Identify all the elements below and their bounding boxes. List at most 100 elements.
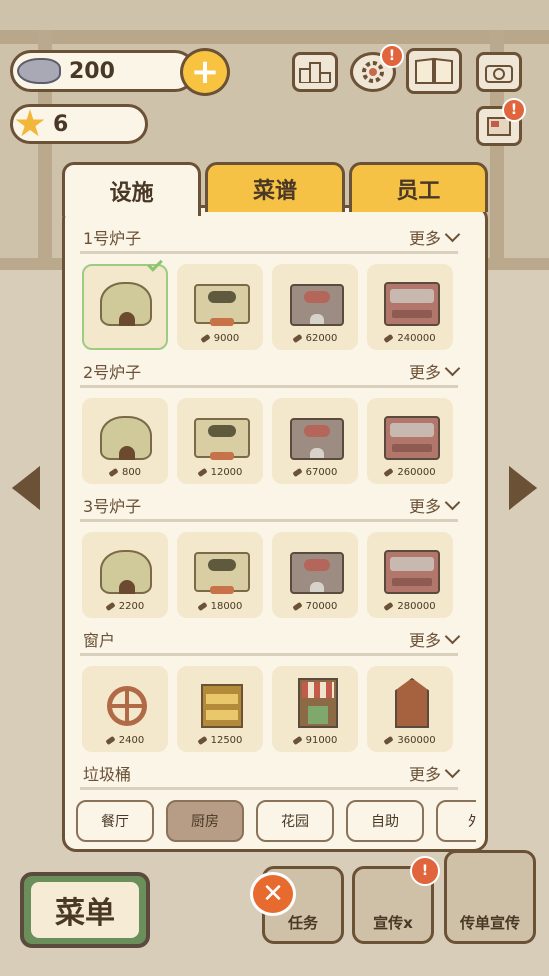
more-label: 更多	[408, 765, 441, 784]
section-title: 1号炉子	[83, 229, 142, 248]
item-price: 280000	[369, 601, 451, 612]
facility-item-card[interactable]: 2200	[82, 532, 168, 618]
item-price: 2400	[84, 735, 166, 746]
facility-item-card[interactable]: 12000	[177, 398, 263, 484]
stove-icon	[100, 416, 152, 460]
fish-price-icon	[383, 467, 395, 477]
fish-price-icon	[196, 467, 208, 477]
item-price: 70000	[274, 601, 356, 612]
flyer-button[interactable]: 传单宣传	[444, 850, 536, 944]
settings-alert-icon: !	[380, 44, 404, 68]
stove-icon	[100, 550, 152, 594]
section-title: 窗户	[83, 631, 116, 650]
stove-icon	[290, 284, 344, 326]
menu-button[interactable]: 菜单	[20, 872, 150, 948]
facility-item-card[interactable]: 12500	[177, 666, 263, 752]
book-icon	[415, 57, 453, 84]
facility-item-card[interactable]: 280000	[367, 532, 453, 618]
camera-button[interactable]	[476, 52, 522, 92]
star-rating: 6	[10, 104, 148, 144]
recipe-book-button[interactable]	[406, 48, 462, 94]
tab-facilities[interactable]: 设施	[62, 162, 202, 216]
section-header: 窗户 更多	[80, 627, 461, 656]
item-grid: 800 12000 67000 260000	[80, 388, 458, 494]
facility-item-card[interactable]: 800	[82, 398, 168, 484]
price-value: 260000	[397, 467, 436, 478]
fish-icon	[17, 58, 61, 84]
item-grid: 9000 62000 240000	[80, 254, 458, 360]
section-header: 2号炉子 更多	[80, 359, 461, 388]
stove-icon	[290, 552, 344, 594]
camera-icon	[485, 65, 513, 83]
category-filter-bar: 餐厅 厨房 花园 自助外	[76, 800, 476, 844]
close-button[interactable]: ✕	[250, 872, 296, 916]
facility-list: 1号炉子 更多 9000 62000 240000 2号炉子 更多 800 12000 67000…	[80, 225, 461, 790]
fish-price-icon	[200, 333, 211, 343]
price-value: 240000	[397, 333, 436, 344]
fish-currency: 200	[10, 50, 196, 92]
section-header: 垃圾桶 更多	[80, 761, 461, 790]
section-more-button[interactable]: 更多	[408, 627, 461, 651]
window-icon	[298, 678, 338, 728]
tab-bar: 设施 菜谱 员工	[62, 162, 488, 216]
price-value: 12500	[210, 735, 243, 746]
stove-icon	[384, 416, 440, 460]
ranking-icon[interactable]	[292, 52, 338, 92]
facility-item-card[interactable]: 9000	[177, 264, 263, 350]
section-more-button[interactable]: 更多	[408, 493, 461, 517]
facility-item-card[interactable]: 91000	[272, 666, 358, 752]
flyer-label: 传单宣传	[459, 914, 520, 932]
item-price: 67000	[274, 467, 356, 478]
fish-price-icon	[291, 333, 303, 343]
chevron-down-icon	[444, 628, 461, 644]
facility-item-card[interactable]: 2400	[82, 666, 168, 752]
item-price: 12500	[179, 735, 261, 746]
section-more-button[interactable]: 更多	[408, 761, 461, 785]
fish-price-icon	[108, 467, 119, 477]
fish-price-icon	[105, 601, 116, 611]
more-label: 更多	[408, 363, 441, 382]
filter-chip[interactable]: 自助	[346, 800, 424, 842]
section-more-button[interactable]: 更多	[409, 225, 461, 249]
facility-item-card[interactable]: 360000	[367, 666, 453, 752]
close-icon: ✕	[262, 879, 284, 909]
section-title: 垃圾桶	[83, 765, 132, 784]
fish-price-icon	[196, 735, 208, 745]
price-value: 12000	[210, 467, 243, 478]
item-grid: 2200 18000 70000 280000	[80, 522, 458, 628]
more-label: 更多	[408, 631, 441, 650]
section-more-button[interactable]: 更多	[408, 359, 461, 383]
stove-icon	[384, 282, 440, 326]
fish-price-icon	[291, 735, 303, 745]
facility-item-card[interactable]: 260000	[367, 398, 453, 484]
stove-icon	[100, 282, 152, 326]
window-icon	[201, 684, 243, 728]
fish-price-icon	[291, 601, 303, 611]
add-currency-button[interactable]: +	[180, 48, 230, 96]
filter-chip[interactable]: 外	[436, 800, 476, 842]
more-label: 更多	[408, 497, 441, 516]
menu-label: 菜单	[31, 882, 139, 938]
facility-item-card[interactable]: 240000	[367, 264, 453, 350]
filter-chip[interactable]: 花园	[256, 800, 334, 842]
facility-item-card[interactable]: 70000	[272, 532, 358, 618]
tab-recipes[interactable]: 菜谱	[205, 162, 345, 212]
price-value: 2400	[118, 735, 145, 746]
chevron-down-icon	[444, 360, 461, 376]
price-value: 91000	[305, 735, 338, 746]
facility-item-card[interactable]	[82, 256, 168, 350]
filter-chip[interactable]: 厨房	[166, 800, 244, 842]
facility-item-card[interactable]: 18000	[177, 532, 263, 618]
facility-item-card[interactable]: 62000	[272, 264, 358, 350]
fish-price-icon	[383, 735, 395, 745]
facility-item-card[interactable]: 67000	[272, 398, 358, 484]
owned-check-icon	[147, 256, 163, 272]
price-value: 62000	[305, 333, 338, 344]
fish-price-icon	[383, 333, 395, 343]
chevron-down-icon	[444, 494, 461, 510]
tab-staff[interactable]: 员工	[348, 162, 488, 212]
item-price: 62000	[274, 333, 356, 344]
filter-chip[interactable]: 餐厅	[76, 800, 154, 842]
price-value: 280000	[397, 601, 436, 612]
section-header: 3号炉子 更多	[80, 493, 461, 522]
